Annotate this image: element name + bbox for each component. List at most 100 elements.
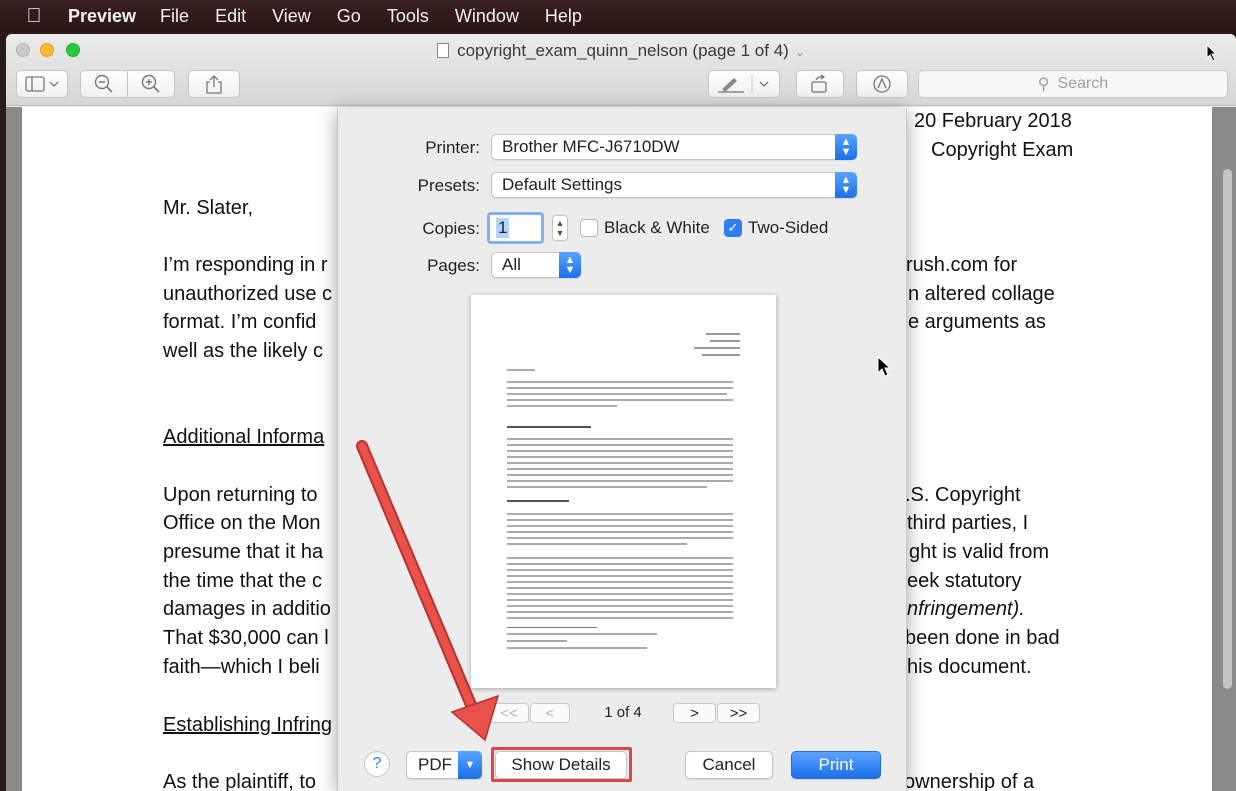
copies-value: 1: [496, 218, 510, 238]
printer-value: Brother MFC-J6710DW: [502, 137, 680, 156]
pdf-menu-button[interactable]: PDF ▼: [406, 751, 482, 779]
thumb-line: [507, 513, 733, 515]
thumb-line: [507, 387, 733, 389]
thumb-line: [507, 525, 733, 527]
pointer-cursor-icon: [877, 356, 891, 377]
black-white-checkbox[interactable]: [580, 219, 598, 237]
help-button[interactable]: ?: [364, 751, 390, 777]
doc-line-right: third parties, I: [907, 512, 1029, 534]
copies-input[interactable]: 1: [487, 212, 544, 244]
thumb-line: [507, 593, 733, 595]
window-title[interactable]: copyright_exam_quinn_nelson (page 1 of 4…: [6, 41, 1236, 61]
page-indicator: 1 of 4: [604, 704, 642, 721]
thumb-line: [694, 347, 740, 349]
chevron-down-icon: ▼: [458, 751, 482, 779]
doc-line: That $30,000 can l: [163, 627, 329, 649]
previous-page-button[interactable]: <: [530, 703, 570, 723]
thumb-line: [507, 531, 733, 533]
thumb-line: [507, 587, 733, 589]
pages-select[interactable]: All ▲ ▼: [491, 252, 581, 278]
zoom-out-icon: [94, 74, 113, 93]
thumb-heading: [507, 426, 591, 428]
markup-icon: [873, 75, 891, 93]
doc-line-right: eek statutory: [907, 570, 1022, 592]
thumb-line: [507, 581, 733, 583]
thumb-line: [507, 456, 733, 458]
markup-pen-button[interactable]: [708, 70, 780, 98]
doc-line-right: .S. Copyright: [905, 484, 1021, 506]
menu-help[interactable]: Help: [545, 6, 582, 27]
thumb-line: [507, 605, 733, 607]
markup-toolbar-button[interactable]: [856, 70, 908, 98]
doc-line-right: e arguments as: [908, 311, 1046, 333]
presets-select[interactable]: Default Settings ▲ ▼: [491, 172, 857, 198]
pointer-cursor-icon: [1206, 44, 1218, 62]
menu-window[interactable]: Window: [455, 6, 519, 27]
doc-line: I’m responding in r: [163, 254, 328, 276]
print-preview-thumbnail: [471, 295, 776, 688]
share-icon: [206, 75, 222, 94]
menu-bar:  Preview File Edit View Go Tools Window…: [0, 0, 1236, 32]
next-page-button[interactable]: >: [673, 703, 716, 723]
menu-tools[interactable]: Tools: [387, 6, 429, 27]
scrollbar-thumb[interactable]: [1223, 169, 1232, 689]
zoom-in-button[interactable]: [127, 70, 175, 98]
doc-line: unauthorized use c: [163, 283, 333, 305]
thumb-line: [507, 393, 727, 395]
window-title-text: copyright_exam_quinn_nelson (page 1 of 4…: [457, 41, 789, 60]
presets-value: Default Settings: [502, 175, 623, 194]
search-field[interactable]: ⚲ Search: [918, 70, 1228, 98]
copies-stepper[interactable]: ▲ ▼: [552, 215, 568, 241]
doc-line: As the plaintiff, to: [163, 771, 317, 791]
doc-line-right: nfringement).: [907, 598, 1025, 620]
menu-view[interactable]: View: [272, 6, 311, 27]
share-button[interactable]: [188, 70, 240, 98]
black-white-label: Black & White: [604, 218, 710, 237]
thumb-line: [507, 537, 733, 539]
menu-edit[interactable]: Edit: [215, 6, 246, 27]
zoom-in-icon: [141, 74, 160, 93]
thumb-heading: [507, 500, 569, 502]
cancel-button[interactable]: Cancel: [685, 751, 773, 779]
doc-line-right: his document.: [907, 656, 1032, 678]
doc-course: Copyright Exam: [931, 139, 1074, 161]
thumb-line: [507, 633, 657, 635]
thumb-line: [706, 333, 740, 335]
chevron-updown-icon: ▲ ▼: [835, 172, 857, 198]
thumb-line: [507, 438, 733, 440]
doc-line: faith—which I beli: [163, 656, 320, 678]
print-button[interactable]: Print: [791, 751, 881, 779]
print-dialog: Printer: Brother MFC-J6710DW ▲ ▼ Presets:…: [337, 108, 907, 791]
doc-heading: Additional Informa: [163, 426, 325, 448]
pen-icon: [718, 75, 769, 93]
zoom-out-button[interactable]: [80, 70, 128, 98]
pages-value: All: [502, 255, 521, 274]
first-page-button[interactable]: <<: [489, 703, 529, 723]
doc-heading: Establishing Infring: [163, 714, 332, 736]
thumb-line: [507, 468, 733, 470]
sidebar-toggle-button[interactable]: [16, 70, 68, 98]
chevron-down-icon: ⌄: [794, 45, 805, 59]
copies-label: Copies:: [422, 219, 480, 238]
two-sided-checkbox[interactable]: ✓: [724, 219, 742, 237]
menu-file[interactable]: File: [160, 6, 189, 27]
doc-line: well as the likely c: [163, 340, 324, 362]
search-placeholder: Search: [1057, 75, 1109, 92]
apple-icon[interactable]: : [0, 5, 68, 28]
thumb-line: [507, 599, 733, 601]
menu-preview[interactable]: Preview: [68, 6, 136, 27]
doc-line-right: ght is valid from: [909, 541, 1050, 563]
doc-line-right: rush.com for: [906, 254, 1018, 276]
doc-line-right: ownership of a: [904, 771, 1035, 791]
printer-select[interactable]: Brother MFC-J6710DW ▲ ▼: [491, 134, 857, 160]
pages-label: Pages:: [427, 256, 480, 275]
doc-salutation: Mr. Slater,: [163, 197, 254, 219]
thumb-footnote-rule: [507, 627, 597, 628]
menu-go[interactable]: Go: [337, 6, 361, 27]
checkmark-icon: ✓: [727, 220, 739, 235]
thumb-line: [702, 354, 740, 356]
show-details-button[interactable]: Show Details: [495, 751, 627, 779]
last-page-button[interactable]: >>: [717, 703, 760, 723]
thumb-line: [507, 611, 733, 613]
rotate-button[interactable]: [796, 70, 844, 98]
